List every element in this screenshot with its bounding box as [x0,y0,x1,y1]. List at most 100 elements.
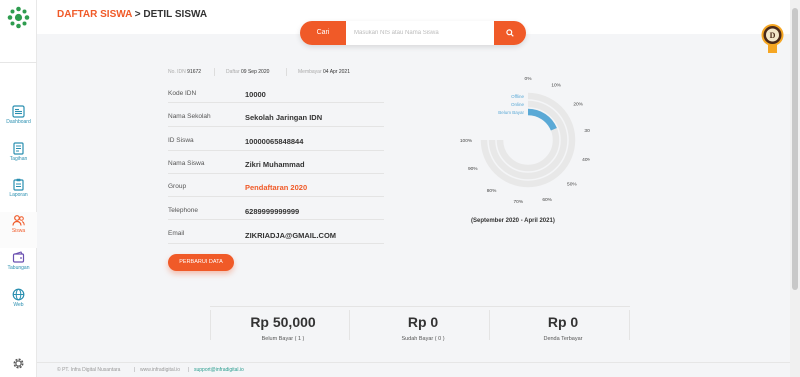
chart-tick-label: 20% [573,101,583,107]
settings-gear-icon[interactable] [12,357,25,370]
update-data-button[interactable]: PERBARUI DATA [168,254,234,271]
chart-tick-label: 0% [525,76,533,82]
search-input[interactable] [346,21,494,45]
breadcrumb: DAFTAR SISWA > DETIL SISWA [57,9,207,20]
sidebar: Dashboard Tagihan Laporan Siswa Tabungan… [0,0,37,377]
chart-tick-label: 40% [582,157,590,163]
footer-website-link[interactable]: www.infradigital.io [140,367,180,373]
total-amount: Rp 0 [547,314,579,330]
detail-value-id-siswa: 10000065848844 [245,137,304,146]
achievement-badge-icon[interactable]: D [760,23,785,54]
meta-daftar: Daftar 09 Sep 2020 [226,69,269,75]
row-divider [168,150,384,151]
meta-daftar-value: 09 Sep 2020 [241,69,270,75]
footer-separator: | [188,367,190,373]
sidebar-item-label: Siswa [11,228,26,234]
total-label: Belum Bayar ( 1 ) [261,336,305,342]
footer: © PT. Infra Digital Nusantara | www.infr… [37,362,790,377]
meta-membayar-value: 04 Apr 2021 [323,69,350,75]
sidebar-item-siswa[interactable]: Siswa [0,212,37,248]
sidebar-divider [0,62,37,63]
meta-idn: No. IDN 91672 [168,69,201,75]
chart-series-label: Online [511,102,525,107]
sidebar-item-laporan[interactable]: Laporan [0,176,37,212]
page-scrollbar[interactable] [790,0,800,377]
total-amount: Rp 0 [407,314,439,330]
meta-idn-label: No. IDN [168,69,186,75]
chart-series-label: Offline [511,94,524,99]
app-logo[interactable] [6,5,31,30]
invoice-icon [13,142,24,155]
detail-label-nama-sekolah: Nama Sekolah [168,113,211,120]
breadcrumb-link-daftar-siswa[interactable]: DAFTAR SISWA [57,9,132,20]
scrollbar-thumb[interactable] [792,8,798,290]
footer-email-link[interactable]: support@infradigital.io [194,367,244,373]
detail-label-email: Email [168,230,185,237]
chart-tick-label: 30% [584,128,590,134]
meta-daftar-label: Daftar [226,69,240,75]
savings-icon [12,251,25,263]
meta-separator [286,68,287,76]
row-divider [168,173,384,174]
total-denda-terbayar: Rp 0 Denda Terbayar [493,314,633,342]
sidebar-item-label: Tagihan [9,156,28,162]
sidebar-item-tagihan[interactable]: Tagihan [0,140,37,176]
total-label: Sudah Bayar ( 0 ) [401,336,445,342]
footer-copyright: © PT. Infra Digital Nusantara [57,367,121,373]
detail-label-telephone: Telephone [168,207,198,214]
detail-value-email: ZIKRIADJA@GMAIL.COM [245,231,337,240]
chart-tick-label: 70% [513,199,523,205]
row-divider [168,196,384,197]
detail-label-kode-idn: Kode IDN [168,90,197,97]
detail-label-id-siswa: ID Siswa [168,137,194,144]
meta-membayar: Membayar 04 Apr 2021 [298,69,350,75]
meta-separator [214,68,215,76]
breadcrumb-separator: > [132,9,144,20]
totals-divider [210,310,211,340]
sidebar-item-label: Web [13,302,24,308]
chart-series-label: Belum Bayar [498,110,524,115]
search-bar: Cari [300,21,526,45]
detail-value-telephone: 6289999999999 [245,207,300,216]
detail-label-nama-siswa: Nama Siswa [168,160,205,167]
detail-value-nama-siswa: Zikri Muhammad [245,160,305,169]
meta-idn-value: 91672 [187,69,202,75]
sidebar-item-tabungan[interactable]: Tabungan [0,249,37,285]
detail-value-kode-idn: 10000 [245,90,266,99]
sidebar-item-label: Laporan [9,192,28,198]
detail-value-nama-sekolah: Sekolah Jaringan IDN [245,113,323,122]
chart-tick-label: 10% [551,83,561,89]
report-icon [13,178,24,191]
breadcrumb-current: DETIL SISWA [143,9,208,20]
meta-membayar-label: Membayar [298,69,322,75]
students-icon [12,215,25,226]
footer-separator: | [134,367,136,373]
total-belum-bayar: Rp 50,000 Belum Bayar ( 1 ) [213,314,353,342]
chart-tick-label: 80% [487,188,497,194]
search-icon [506,29,514,37]
row-divider [168,243,384,244]
detail-value-group[interactable]: Pendaftaran 2020 [245,183,307,192]
row-divider [168,126,384,127]
chart-caption: (September 2020 - April 2021) [471,218,555,224]
total-sudah-bayar: Rp 0 Sudah Bayar ( 0 ) [353,314,493,342]
row-divider [168,102,384,103]
chart-tick-label: 60% [542,197,552,203]
dashboard-icon [12,105,25,118]
search-button[interactable] [494,21,526,45]
chart-tick-label: 90% [468,166,478,172]
sidebar-item-dashboard[interactable]: Dashboard [0,103,37,139]
chart-tick-label: 100% [460,138,473,144]
sidebar-item-label: Dashboard [6,119,31,125]
badge-letter: D [770,31,776,40]
total-amount: Rp 50,000 [250,314,316,330]
row-divider [168,219,384,220]
sidebar-item-label: Tabungan [7,265,30,271]
detail-label-group: Group [168,183,187,190]
sidebar-item-web[interactable]: Web [0,286,37,322]
payment-radial-chart: Offline Online Belum Bayar 0% 10% 20% 30% 40% 50… [460,76,590,205]
total-label: Denda Terbayar [543,336,583,342]
chart-tick-label: 50% [567,182,577,188]
globe-icon [12,288,25,301]
search-label: Cari [300,21,346,45]
